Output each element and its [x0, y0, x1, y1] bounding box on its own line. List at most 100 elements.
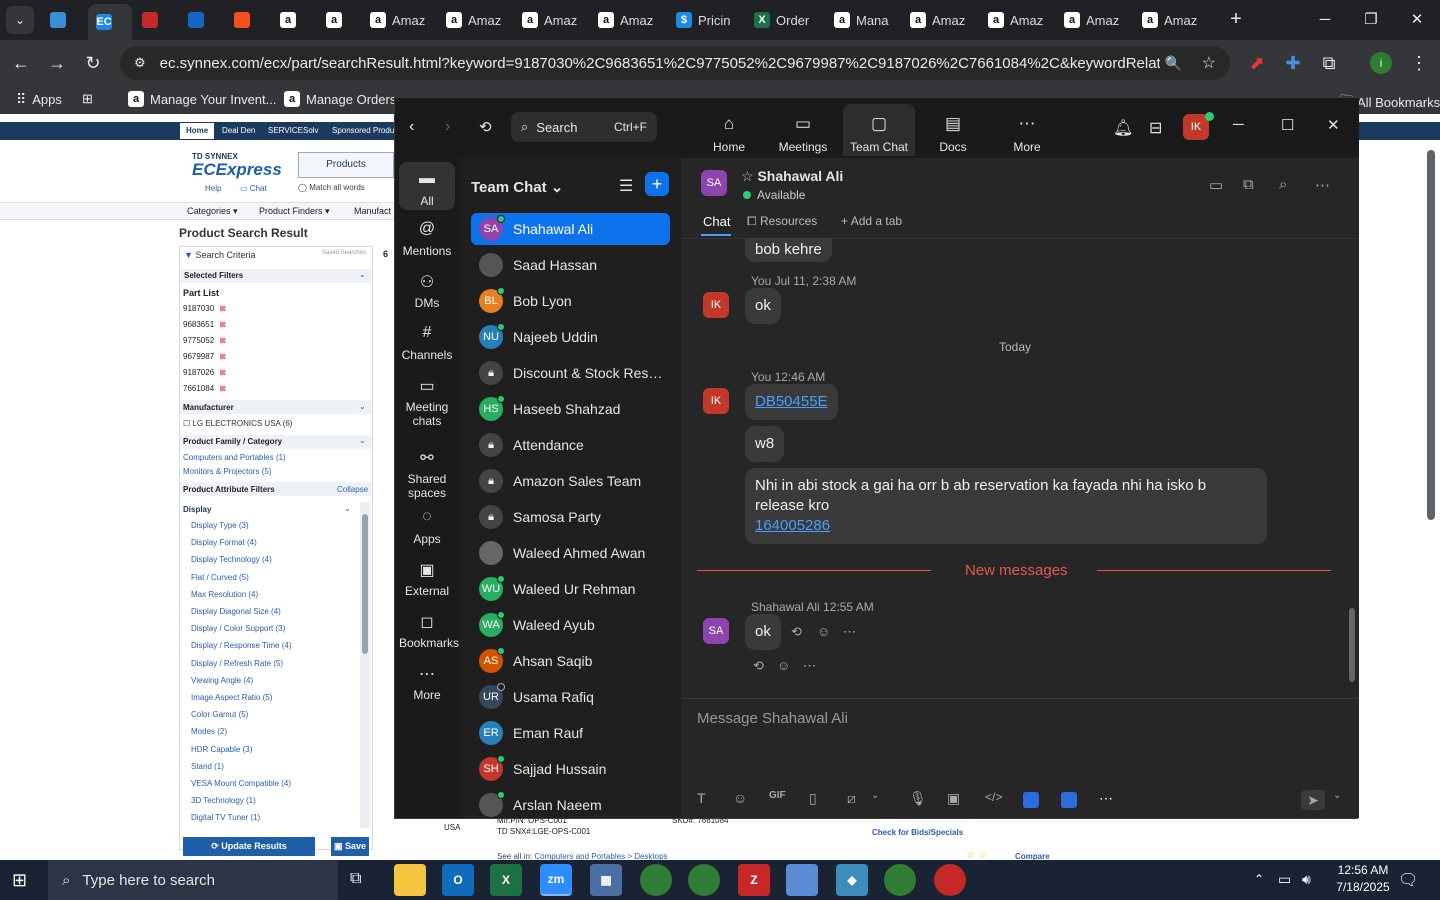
url-text[interactable]: ec.synnex.com/ecx/part/searchResult.html… [160, 55, 1160, 72]
rail-all[interactable]: ▬ All [399, 162, 455, 210]
chat-list-item[interactable]: WA Waleed Ayub [471, 609, 670, 641]
browser-tab[interactable]: a Amaz [980, 4, 1056, 36]
network-icon[interactable]: ▭ [1278, 871, 1291, 888]
browser-tab[interactable]: a Amaz [438, 4, 514, 36]
extension-icon[interactable]: ✚ [1280, 50, 1306, 76]
browser-tab[interactable] [180, 4, 224, 36]
browser-tab[interactable]: $ Pricin [668, 4, 744, 36]
rail-meeting-chats[interactable]: ▭ Meeting chats [399, 368, 455, 432]
nav-tab-deal-den[interactable]: Deal Den [216, 123, 261, 139]
rail-external[interactable]: ▣ External [399, 552, 455, 600]
chat-list-item[interactable]: SA Shahawal Ali [471, 213, 670, 245]
attribute-filter-link[interactable]: Color Gamut (5) [191, 710, 248, 719]
chrome-icon[interactable] [934, 864, 966, 896]
history-icon[interactable]: ⟲ [479, 118, 492, 136]
video-message-icon[interactable]: ▣ [947, 790, 960, 807]
app-icon[interactable] [1023, 792, 1039, 808]
help-link[interactable]: Help [205, 184, 221, 193]
chat-list-item[interactable]: HS Haseeb Shahzad [471, 393, 670, 425]
attribute-filter-link[interactable]: Viewing Angle (4) [191, 676, 253, 685]
chat-list-item[interactable]: 🔒︎ Amazon Sales Team [471, 465, 670, 497]
attribute-filter-link[interactable]: Image Aspect Ratio (5) [191, 693, 272, 702]
remove-icon[interactable]: ⊠ [219, 352, 226, 361]
task-view-icon[interactable]: ⧉ [350, 870, 361, 888]
restore-icon[interactable]: ❐ [1348, 6, 1394, 34]
collapse-link[interactable]: Collapse [337, 485, 368, 494]
chrome-icon[interactable] [640, 864, 672, 896]
reload-icon[interactable]: ↻ [80, 50, 106, 76]
message-link[interactable]: DB50455E [755, 393, 828, 410]
browser-tab[interactable] [134, 4, 178, 36]
update-results-button[interactable]: ⟳ Update Results [183, 837, 315, 856]
address-bar[interactable]: ⚙ ec.synnex.com/ecx/part/searchResult.ht… [120, 46, 1230, 80]
taskbar-search[interactable]: ⌕ Type here to search [48, 860, 338, 900]
tab-chat[interactable]: Chat [703, 214, 730, 229]
browser-tab[interactable]: a Amaz [514, 4, 590, 36]
saved-searches-link[interactable]: Saved Searches [322, 250, 368, 257]
reply-icon[interactable]: ⟲ [791, 624, 802, 640]
chat-scrollbar-thumb[interactable] [1349, 608, 1355, 682]
bookmark-apps[interactable]: ⠿ Apps [16, 91, 62, 108]
more-icon[interactable]: ⋯ [843, 624, 856, 640]
attribute-filter-link[interactable]: Stand (1) [191, 762, 224, 771]
new-tab-button[interactable]: + [1224, 8, 1248, 32]
mfr-checkbox[interactable]: ☐ LG ELECTRONICS USA (6) [183, 419, 292, 428]
chat-scrollbar[interactable] [1349, 238, 1355, 682]
more-icon[interactable]: ⋯ [1315, 176, 1330, 194]
chat-list-item[interactable]: SH Sajjad Hussain [471, 753, 670, 785]
family-link[interactable]: Monitors & Projectors (5) [183, 467, 271, 476]
attribute-filter-link[interactable]: Display Diagonal Size (4) [191, 607, 281, 616]
calculator-icon[interactable]: ▦ [590, 864, 622, 896]
chevron-down-icon[interactable]: ⌄ [344, 504, 351, 513]
search-icon[interactable]: ⌕ [1279, 176, 1287, 193]
screenshot-icon[interactable]: ⧄ [847, 790, 856, 807]
chat-list-item[interactable]: ER Eman Rauf [471, 717, 670, 749]
attribute-filter-link[interactable]: HDR Capable (3) [191, 745, 252, 754]
rail-channels[interactable]: # Channels [399, 316, 455, 364]
text-format-icon[interactable]: T [697, 790, 706, 806]
bookmark-item[interactable]: a Manage Your Invent... [128, 91, 276, 107]
chat-list-item[interactable]: WU Waleed Ur Rehman [471, 573, 670, 605]
chat-list-item[interactable]: NU Najeeb Uddin [471, 321, 670, 353]
zoom-tab-meetings[interactable]: ▭ Meetings [767, 104, 839, 156]
remove-icon[interactable]: ⊠ [219, 336, 226, 345]
tab-search-dropdown-icon[interactable]: ⌄ [6, 6, 34, 34]
filter-scrollbar-thumb[interactable] [362, 514, 368, 654]
tab-groups-icon[interactable]: ⊞ [82, 91, 93, 107]
rail-shared-spaces[interactable]: ⚯ Shared spaces [399, 440, 455, 500]
rail-apps[interactable]: ◌ Apps [399, 500, 455, 548]
forward-icon[interactable]: → [44, 50, 70, 76]
chat-list-item[interactable]: Waleed Ahmed Awan [471, 537, 670, 569]
browser-tab[interactable]: a Amaz [1056, 4, 1132, 36]
rail-mentions[interactable]: @ Mentions [399, 212, 455, 260]
nav-tab-servicesolv[interactable]: SERVICESolv [262, 123, 325, 139]
message-link[interactable]: 164005286 [755, 517, 830, 534]
nav-tab-home[interactable]: Home [180, 123, 215, 139]
chrome-icon[interactable] [688, 864, 720, 896]
star-icon[interactable]: ☆ [741, 168, 754, 184]
browser-tab[interactable]: a Mana [826, 4, 902, 36]
manufacturer-header[interactable]: Manufacturer [183, 403, 234, 412]
message-composer[interactable]: Message Shahawal Ali [697, 710, 848, 727]
more-icon[interactable]: ⋯ [803, 658, 816, 674]
notifications-icon[interactable]: 🗨︎ [1398, 870, 1418, 890]
attribute-filter-link[interactable]: Display / Color Support (3) [191, 624, 285, 633]
bookmark-item[interactable]: a Manage Orders [284, 91, 396, 107]
filezilla-icon[interactable]: Z [738, 864, 770, 896]
add-tab-button[interactable]: + Add a tab [841, 214, 902, 228]
microphone-icon[interactable]: 🎙︎ [909, 790, 927, 807]
extensions-puzzle-icon[interactable]: ⧉ [1316, 50, 1342, 76]
bookmark-star-icon[interactable]: ☆ [1202, 53, 1216, 73]
page-scrollbar[interactable] [1426, 140, 1436, 856]
attribute-filter-link[interactable]: Display / Refresh Rate (5) [191, 659, 283, 668]
attribute-filter-link[interactable]: Display Technology (4) [191, 555, 272, 564]
browser-tab[interactable]: a Amaz [362, 4, 438, 36]
rail-more[interactable]: ⋯ More [399, 656, 455, 704]
family-link[interactable]: Computers and Portables (1) [183, 453, 286, 462]
menu-product-finders[interactable]: Product Finders ▾ [259, 206, 330, 217]
remove-icon[interactable]: ⊠ [219, 304, 226, 313]
outlook-icon[interactable]: O [442, 864, 474, 896]
app-icon[interactable] [786, 864, 818, 896]
zoom-search-box[interactable]: ⌕ Search Ctrl+F [511, 112, 657, 142]
send-icon[interactable]: ➤ [1301, 790, 1325, 810]
